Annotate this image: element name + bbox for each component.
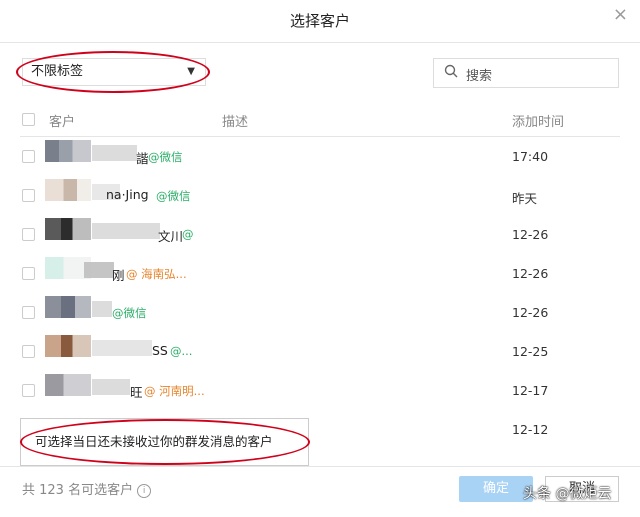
blurred-name [92, 223, 160, 239]
row-checkbox[interactable] [22, 384, 35, 397]
customer-name: 文川 [158, 229, 184, 244]
avatar [45, 335, 91, 357]
dialog-title-text: 选择客户 [289, 12, 350, 30]
confirm-button[interactable]: 确定 [459, 476, 533, 502]
added-time: 12-26 [512, 227, 549, 242]
added-time: 12-17 [512, 383, 549, 398]
table-row[interactable]: 諧 @微信 17:40 [20, 137, 620, 176]
added-time: 12-12 [512, 422, 549, 437]
search-placeholder: 搜索 [466, 69, 493, 84]
blurred-name [92, 340, 152, 356]
header-added-time: 添加时间 [512, 115, 565, 130]
table-row[interactable]: SS @... 12-25 [20, 332, 620, 371]
avatar [45, 179, 91, 201]
highlight-circle-filter [16, 51, 210, 93]
row-checkbox[interactable] [22, 189, 35, 202]
close-icon[interactable]: × [613, 4, 628, 25]
customer-source: @ 海南弘... [126, 267, 187, 281]
blurred-name [92, 379, 130, 395]
table-row[interactable]: @微信 12-26 [20, 293, 620, 332]
selectable-count-text: 共 123 名可选客户 [22, 483, 134, 498]
blurred-name [84, 262, 114, 278]
select-all-checkbox[interactable] [22, 113, 35, 126]
header-name: 客户 [49, 115, 76, 130]
search-icon [444, 64, 458, 82]
added-time: 昨天 [512, 191, 538, 206]
avatar [45, 140, 91, 162]
selectable-count: 共 123 名可选客户 i [22, 479, 152, 498]
customer-name: 旺 [130, 385, 143, 400]
header-description: 描述 [222, 115, 249, 130]
highlight-circle-tooltip [20, 419, 310, 465]
added-time: 12-26 [512, 266, 549, 281]
customer-name: 諧 [136, 151, 149, 166]
customer-source: @ 河南明... [144, 384, 205, 398]
row-checkbox[interactable] [22, 150, 35, 163]
table-row[interactable]: 文川 @ 12-26 [20, 215, 620, 254]
customer-name: na·Jing [106, 187, 149, 202]
row-checkbox[interactable] [22, 345, 35, 358]
search-input[interactable]: 搜索 [433, 58, 619, 88]
avatar [45, 218, 91, 240]
customer-name: 刚 [112, 268, 125, 283]
table-row[interactable]: 刚 @ 海南弘... 12-26 [20, 254, 620, 293]
table-row[interactable]: na·Jing @微信 昨天 [20, 176, 620, 215]
customer-source: @ [182, 227, 194, 241]
customer-source: @... [170, 344, 193, 358]
table-row[interactable]: 旺 @ 河南明... 12-17 [20, 371, 620, 410]
dialog-title: 选择客户 [0, 0, 640, 43]
blurred-name [92, 145, 137, 161]
row-checkbox[interactable] [22, 267, 35, 280]
avatar [45, 296, 91, 318]
watermark: 头条 @微炬云 [523, 486, 612, 502]
table-header: 客户 描述 添加时间 [20, 106, 620, 137]
info-icon[interactable]: i [137, 484, 152, 498]
added-time: 17:40 [512, 149, 549, 164]
customer-source: @微信 [148, 150, 183, 164]
row-checkbox[interactable] [22, 228, 35, 241]
added-time: 12-26 [512, 305, 549, 320]
customer-name: SS [152, 343, 168, 358]
customer-source: @微信 [112, 306, 147, 320]
avatar [45, 374, 91, 396]
added-time: 12-25 [512, 344, 549, 359]
blurred-name [92, 301, 112, 317]
row-checkbox[interactable] [22, 306, 35, 319]
customer-source: @微信 [156, 189, 191, 203]
